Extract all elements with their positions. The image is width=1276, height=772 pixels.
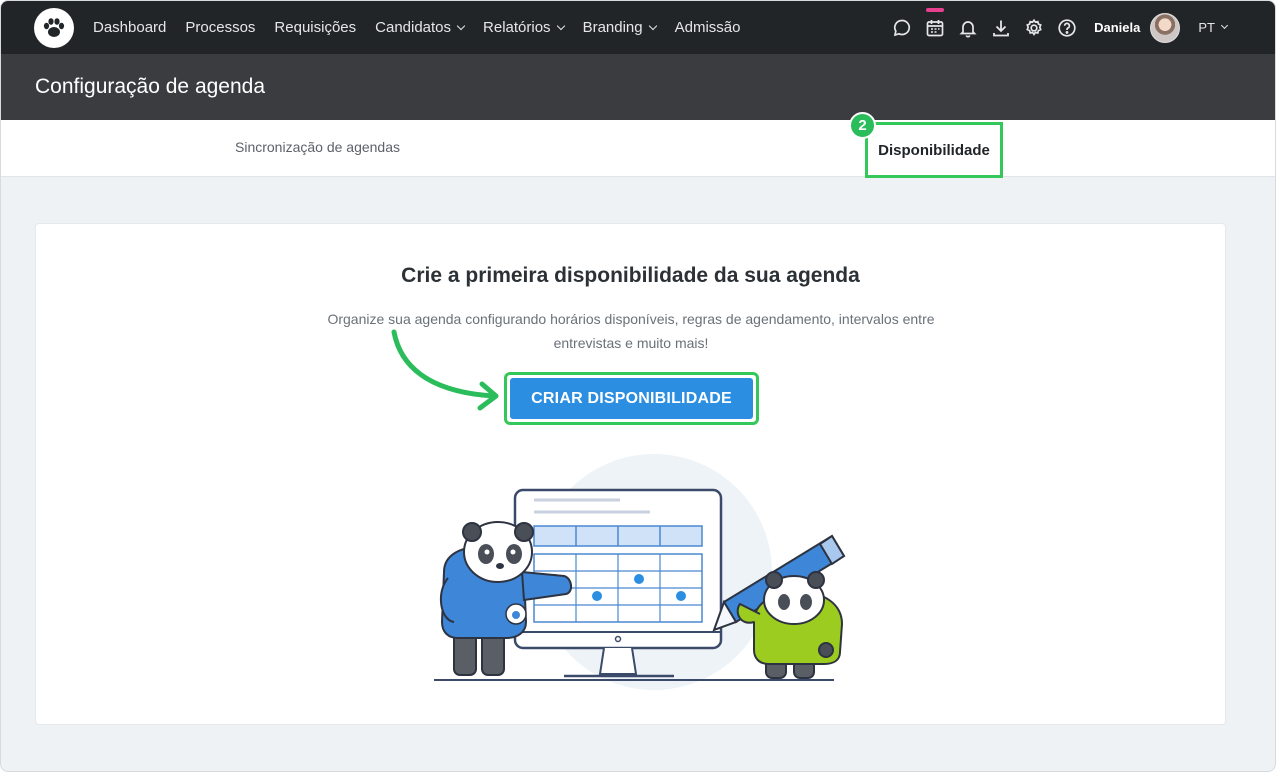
nav-label: Branding <box>582 19 643 36</box>
gear-icon[interactable] <box>1023 17 1045 39</box>
nav-branding[interactable]: Branding <box>582 19 657 36</box>
logo-paw-icon[interactable] <box>34 8 74 48</box>
page-header: Configuração de agenda <box>1 54 1275 120</box>
nav-relatorios[interactable]: Relatórios <box>483 19 565 36</box>
chevron-down-icon <box>648 21 657 30</box>
nav-label: Requisições <box>274 19 357 36</box>
download-icon[interactable] <box>990 17 1012 39</box>
chevron-down-icon <box>456 21 466 30</box>
tab-disponibilidade[interactable]: Disponibilidade <box>865 122 1003 178</box>
nav-processos[interactable]: Processos <box>185 19 255 36</box>
top-navbar: Dashboard Processos Requisições Candidat… <box>1 1 1275 54</box>
language-selector[interactable]: PT <box>1198 20 1229 35</box>
step-badge: 2 <box>849 112 876 139</box>
tab-bar: Sincronização de agendas Disponibilidade <box>1 120 1275 178</box>
avatar[interactable] <box>1150 12 1181 43</box>
empty-state-card: Crie a primeira disponibilidade da sua a… <box>35 223 1226 725</box>
page-title: Configuração de agenda <box>35 75 266 98</box>
nav-actions: Daniela PT <box>880 1 1229 54</box>
nav-admissao[interactable]: Admissão <box>675 19 741 36</box>
user-name[interactable]: Daniela <box>1094 20 1140 35</box>
main-nav: Dashboard Processos Requisições Candidat… <box>93 1 740 54</box>
chevron-down-icon <box>556 21 565 30</box>
bell-icon[interactable] <box>957 17 979 39</box>
nav-candidatos[interactable]: Candidatos <box>375 19 466 36</box>
language-label: PT <box>1198 20 1215 35</box>
create-availability-button[interactable]: CRIAR DISPONIBILIDADE <box>510 378 753 419</box>
nav-label: Relatórios <box>483 19 551 36</box>
chevron-down-icon <box>1220 21 1229 30</box>
tab-sincronizacao[interactable]: Sincronização de agendas <box>235 139 400 155</box>
chat-icon[interactable] <box>891 17 913 39</box>
pandas-calendar-illustration <box>434 454 846 690</box>
arrow-icon <box>391 329 499 411</box>
notification-badge <box>926 7 945 12</box>
help-icon[interactable] <box>1056 17 1078 39</box>
nav-label: Dashboard <box>93 19 167 36</box>
calendar-icon[interactable] <box>924 7 946 39</box>
nav-label: Processos <box>185 19 256 36</box>
nav-requisicoes[interactable]: Requisições <box>274 19 356 36</box>
cta-highlight: CRIAR DISPONIBILIDADE <box>504 372 759 425</box>
empty-state-title: Crie a primeira disponibilidade da sua a… <box>401 264 860 287</box>
nav-label: Admissão <box>674 19 741 36</box>
nav-dashboard[interactable]: Dashboard <box>93 19 166 36</box>
app-window: Dashboard Processos Requisições Candidat… <box>0 0 1276 772</box>
nav-label: Candidatos <box>375 19 452 36</box>
tab-label: Disponibilidade <box>878 141 990 159</box>
